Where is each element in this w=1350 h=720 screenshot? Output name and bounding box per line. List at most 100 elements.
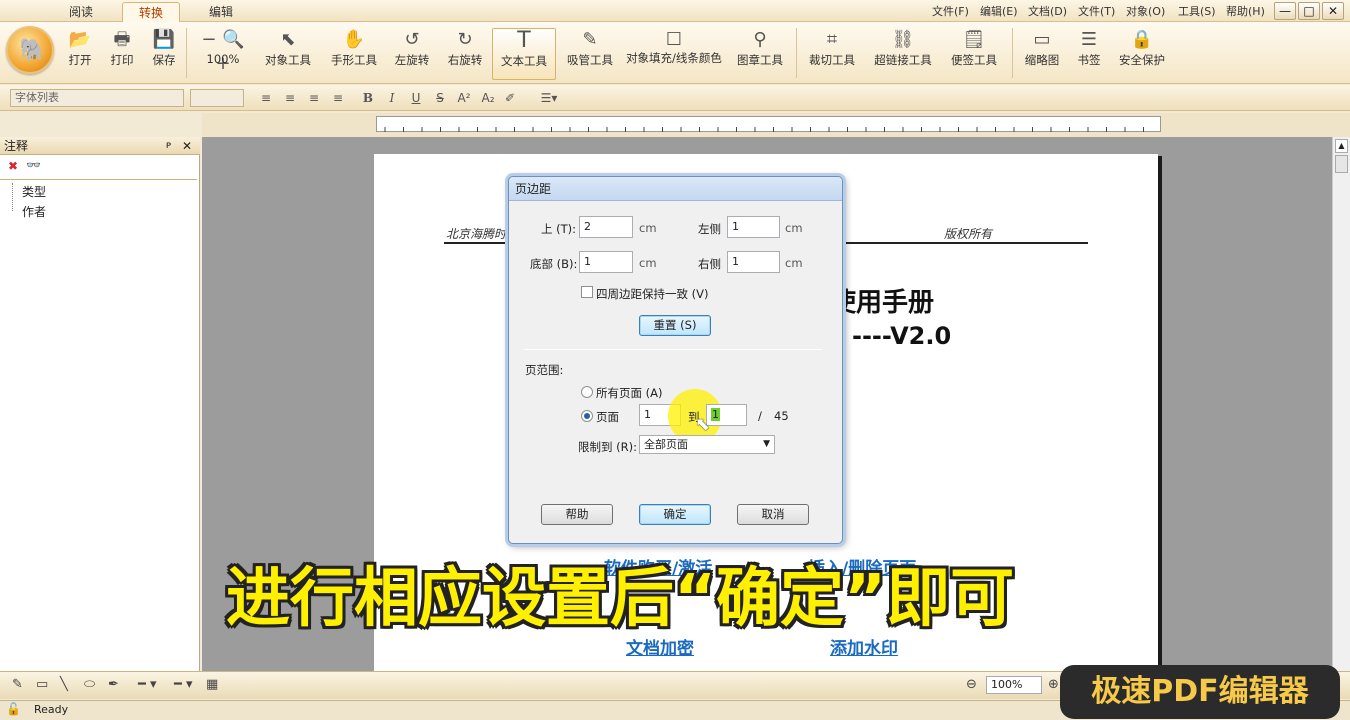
align-justify-icon[interactable]: ≡ bbox=[328, 89, 348, 107]
ok-button[interactable]: 确定 bbox=[639, 504, 711, 525]
unlock-icon: 🔓 bbox=[6, 702, 21, 716]
zoom-in-icon[interactable]: ⊕ bbox=[1048, 677, 1059, 692]
link-tool-button[interactable]: ⛓ 超链接工具 bbox=[868, 28, 938, 80]
tab-convert[interactable]: 转换 bbox=[122, 2, 180, 22]
menu-object[interactable]: 对象(O) bbox=[1126, 3, 1165, 19]
annotation-panel-header: 注释 ᴘ ✕ bbox=[0, 137, 200, 155]
scroll-thumb[interactable] bbox=[1335, 155, 1348, 173]
right-unit: cm bbox=[785, 256, 803, 270]
app-logo-icon[interactable]: 🐘 bbox=[6, 26, 54, 74]
pages-radio[interactable] bbox=[581, 410, 593, 422]
doc-title-version: ----V2.0 bbox=[852, 322, 952, 350]
subscript-icon[interactable]: A₂ bbox=[478, 89, 498, 107]
dialog-divider bbox=[524, 349, 822, 350]
eyedropper-button[interactable]: ✎ 吸管工具 bbox=[562, 28, 618, 80]
pin-icon[interactable]: ᴘ bbox=[166, 137, 171, 155]
close-panel-icon[interactable]: ✕ bbox=[182, 137, 192, 155]
menu-file[interactable]: 文件(F) bbox=[932, 3, 969, 19]
menu-edit[interactable]: 编辑(E) bbox=[980, 3, 1018, 19]
brand-watermark: 极速PDF编辑器 bbox=[1060, 665, 1340, 719]
scroll-up-icon[interactable]: ▲ bbox=[1335, 139, 1348, 153]
pen-icon[interactable]: ✒ bbox=[108, 677, 119, 692]
strikethrough-icon[interactable]: S bbox=[430, 89, 450, 107]
maximize-button[interactable]: □ bbox=[1298, 2, 1320, 20]
pointer-icon: ⬉ bbox=[280, 29, 296, 50]
page-to-input[interactable]: 1 bbox=[706, 404, 747, 426]
tab-read[interactable]: 阅读 bbox=[52, 2, 110, 22]
list-icon: ☰ bbox=[1080, 29, 1098, 50]
superscript-icon[interactable]: A² bbox=[454, 89, 474, 107]
align-center-icon[interactable]: ≡ bbox=[280, 89, 300, 107]
disk-icon: 💾 bbox=[152, 29, 176, 50]
right-margin-label: 右侧 bbox=[698, 257, 721, 271]
security-button[interactable]: 🔒 安全保护 bbox=[1114, 28, 1170, 80]
chevron-down-icon: ▼ bbox=[763, 439, 770, 449]
font-size-select[interactable] bbox=[190, 89, 244, 107]
tab-edit[interactable]: 编辑 bbox=[192, 2, 250, 22]
menu-tools[interactable]: 工具(S) bbox=[1178, 3, 1216, 19]
reset-button[interactable]: 重置 (S) bbox=[639, 315, 711, 336]
align-right-icon[interactable]: ≡ bbox=[304, 89, 324, 107]
right-margin-input[interactable]: 1 bbox=[727, 251, 780, 273]
line-weight-icon[interactable]: ━ ▾ bbox=[174, 677, 192, 692]
keep-uniform-checkbox[interactable] bbox=[581, 286, 593, 298]
rotate-left-button[interactable]: ↺ 左旋转 bbox=[390, 28, 434, 80]
menu-document[interactable]: 文档(D) bbox=[1028, 3, 1067, 19]
align-left-icon[interactable]: ≡ bbox=[256, 89, 276, 107]
fill-line-color-button[interactable]: ☐ 对象填充/线条颜色 bbox=[626, 28, 722, 80]
hand-tool-button[interactable]: ✋ 手形工具 bbox=[326, 28, 382, 80]
stamp-tool-button[interactable]: ⚲ 图章工具 bbox=[732, 28, 788, 80]
vertical-scrollbar[interactable]: ▲ bbox=[1332, 137, 1350, 671]
left-margin-label: 左侧 bbox=[698, 222, 721, 236]
all-pages-radio[interactable] bbox=[581, 386, 593, 398]
delete-icon[interactable]: ✖ bbox=[8, 159, 18, 173]
open-button[interactable]: 📂 打开 bbox=[62, 28, 98, 80]
menu-help[interactable]: 帮助(H) bbox=[1226, 3, 1265, 19]
ribbon-divider bbox=[186, 28, 187, 78]
rectangle-icon[interactable]: ▭ bbox=[36, 677, 48, 692]
rotate-right-button[interactable]: ↻ 右旋转 bbox=[442, 28, 488, 80]
text-tool-button[interactable]: T 文本工具 bbox=[492, 28, 556, 80]
ellipse-icon[interactable]: ⬭ bbox=[84, 677, 95, 692]
eyedropper-icon: ✎ bbox=[582, 29, 598, 50]
line-icon[interactable]: ╲ bbox=[60, 677, 68, 692]
minimize-button[interactable]: — bbox=[1274, 2, 1296, 20]
line-spacing-icon[interactable]: ☰▾ bbox=[534, 89, 564, 107]
thumbnail-button[interactable]: ▭ 缩略图 bbox=[1020, 28, 1064, 80]
menu-file-t[interactable]: 文件(T) bbox=[1078, 3, 1115, 19]
binoculars-icon[interactable]: 👓 bbox=[26, 158, 41, 172]
font-list-select[interactable]: 字体列表 bbox=[10, 89, 184, 107]
note-icon: 🗒 bbox=[962, 29, 986, 50]
close-window-button[interactable]: ✕ bbox=[1322, 2, 1344, 20]
zoom-control[interactable]: − 🔍 +100% bbox=[192, 28, 254, 80]
keep-uniform-label: 四周边距保持一致 (V) bbox=[596, 287, 709, 301]
note-tool-button[interactable]: 🗒 便签工具 bbox=[946, 28, 1002, 80]
tree-item-author[interactable]: 作者 bbox=[22, 203, 46, 220]
zoom-select[interactable]: 100% bbox=[986, 676, 1042, 694]
bookmark-button[interactable]: ☰ 书签 bbox=[1072, 28, 1106, 80]
crop-tool-button[interactable]: ⌗ 裁切工具 bbox=[804, 28, 860, 80]
link-icon: ⛓ bbox=[891, 29, 915, 50]
pencil-icon[interactable]: ✎ bbox=[12, 677, 23, 692]
left-unit: cm bbox=[785, 221, 803, 235]
cancel-button[interactable]: 取消 bbox=[737, 504, 809, 525]
object-tool-button[interactable]: ⬉ 对象工具 bbox=[260, 28, 316, 80]
tree-item-type[interactable]: 类型 bbox=[22, 183, 46, 200]
top-margin-input[interactable]: 2 bbox=[579, 216, 633, 238]
bold-icon[interactable]: B bbox=[358, 89, 378, 107]
bottom-margin-label: 底部 (B): bbox=[530, 257, 578, 271]
highlight-icon[interactable]: ✐ bbox=[500, 89, 520, 107]
horizontal-ruler bbox=[376, 116, 1161, 132]
line-style-icon[interactable]: ━ ▾ bbox=[138, 677, 156, 692]
italic-icon[interactable]: I bbox=[382, 89, 402, 107]
left-margin-input[interactable]: 1 bbox=[727, 216, 780, 238]
limit-select[interactable]: 全部页面 ▼ bbox=[639, 435, 775, 454]
rotate-right-icon: ↻ bbox=[457, 29, 473, 50]
bottom-margin-input[interactable]: 1 bbox=[579, 251, 633, 273]
help-button[interactable]: 帮助 bbox=[541, 504, 613, 525]
grid-icon[interactable]: ▦ bbox=[206, 677, 218, 692]
print-button[interactable]: 🖶 打印 bbox=[104, 28, 140, 80]
zoom-out-icon[interactable]: ⊖ bbox=[966, 677, 977, 692]
underline-icon[interactable]: U bbox=[406, 89, 426, 107]
save-button[interactable]: 💾 保存 bbox=[146, 28, 182, 80]
